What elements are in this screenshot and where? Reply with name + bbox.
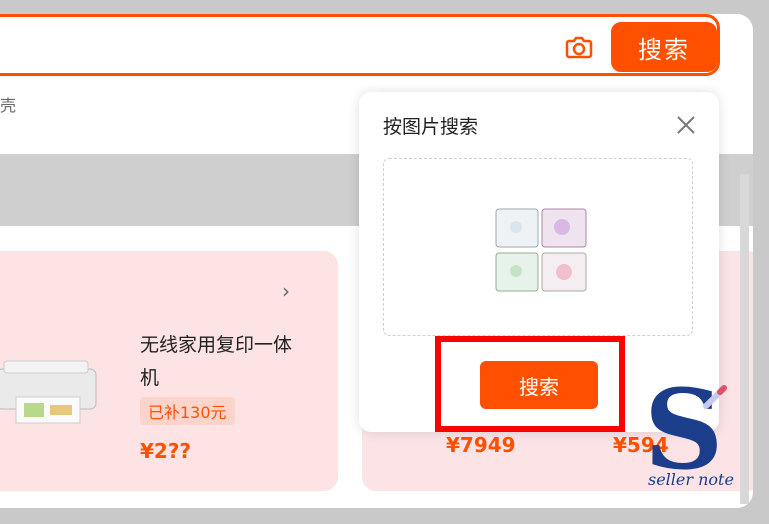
camera-icon[interactable]: [563, 31, 595, 63]
search-bar[interactable]: 搜索: [0, 14, 720, 76]
highlight-box: [435, 336, 625, 432]
popup-title: 按图片搜索: [383, 116, 479, 138]
search-button[interactable]: 搜索: [611, 22, 717, 72]
image-upload-area[interactable]: [383, 158, 693, 336]
promo-card[interactable]: › 无线家用复印一体机 已补130元 ¥2??: [0, 251, 338, 491]
product-price: ¥2??: [140, 439, 192, 463]
search-hint: 壳: [0, 96, 17, 115]
subsidy-badge: 已补130元: [140, 397, 235, 425]
side-strip: [740, 174, 749, 504]
product-price: ¥7949: [446, 433, 516, 457]
product-title[interactable]: 无线家用复印一体机: [140, 329, 300, 395]
close-icon[interactable]: [675, 114, 697, 136]
chevron-right-icon[interactable]: ›: [282, 279, 290, 303]
watermark-text: seller note: [648, 470, 734, 489]
printer-image: [0, 360, 97, 424]
uploaded-image-thumbnail: [495, 208, 587, 292]
